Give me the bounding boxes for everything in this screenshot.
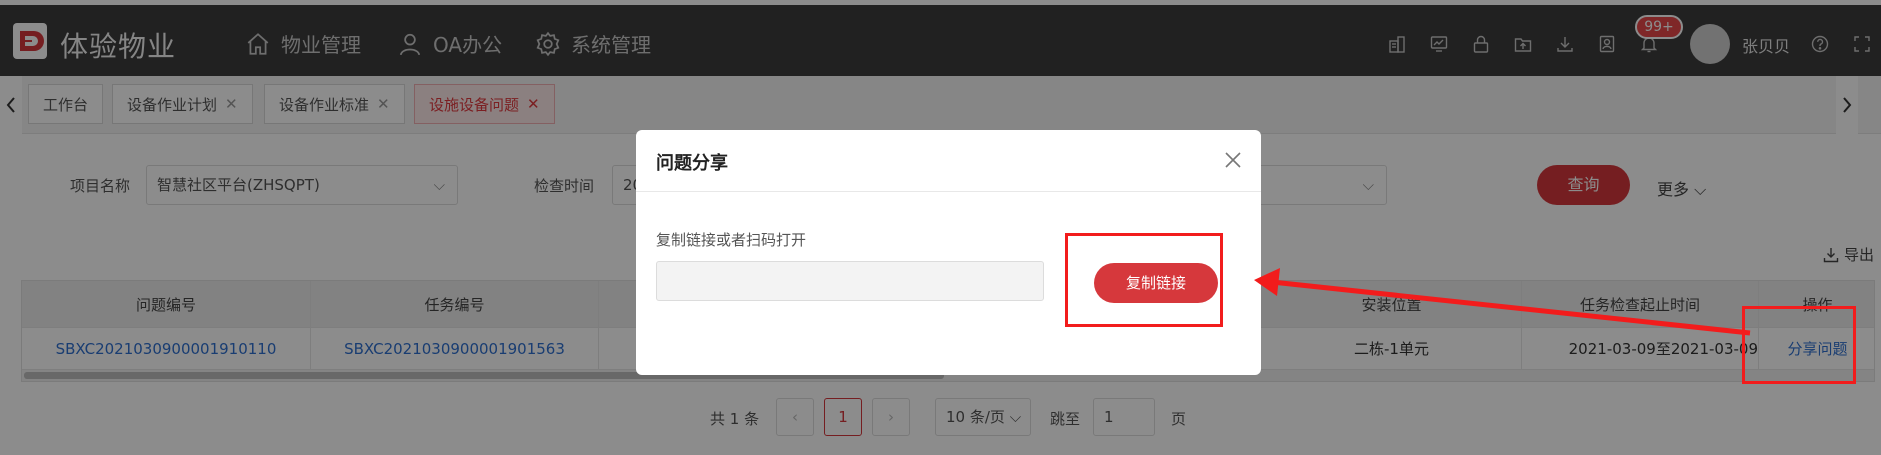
annotation-arrow [1254, 268, 1751, 336]
